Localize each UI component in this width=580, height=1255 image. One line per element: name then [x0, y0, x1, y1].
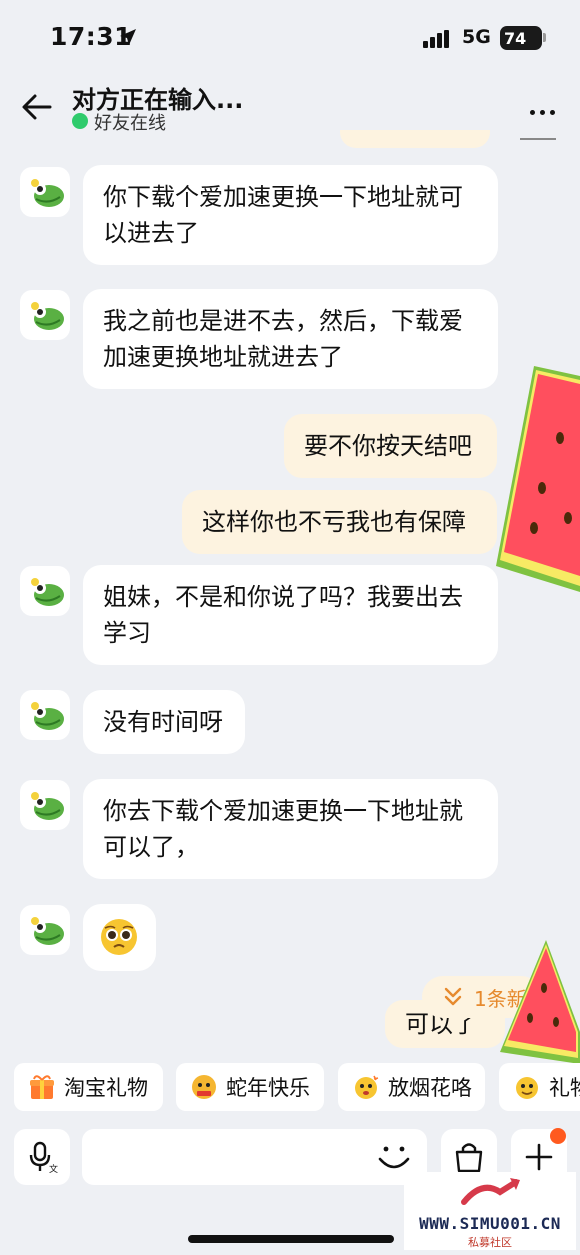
quick-action-fireworks[interactable]: 放烟花咯 — [338, 1063, 485, 1111]
online-status-text: 好友在线 — [94, 113, 166, 134]
notification-dot — [550, 1128, 566, 1144]
watermark-logo — [461, 1178, 520, 1205]
scroll-mark — [520, 138, 556, 140]
firework-sticker-icon — [355, 1075, 379, 1099]
snake-sticker-icon — [192, 1075, 216, 1099]
frog-avatar-icon — [31, 792, 64, 820]
watermelon-effect-icon — [500, 940, 580, 1064]
watermark-subtext: 私募社区 — [468, 1236, 512, 1249]
quick-action-taobao-gift[interactable]: 淘宝礼物 — [14, 1063, 163, 1111]
message-bubble-incoming[interactable]: 没有时间呀 — [83, 690, 245, 754]
watermark-text: WWW.SIMU001.CN — [419, 1214, 561, 1233]
frog-avatar-icon — [31, 179, 64, 207]
previous-message-stub — [340, 130, 490, 148]
status-bar: 17:31 5G 74 — [0, 0, 580, 76]
message-bubble-incoming[interactable]: 你下载个爱加速更换一下地址就可以进去了 — [83, 165, 498, 265]
frog-avatar-icon — [31, 702, 64, 730]
online-status-dot — [72, 113, 88, 129]
battery-level: 74 — [504, 28, 527, 48]
message-bubble-incoming[interactable]: 我之前也是进不去，然后，下载爱加速更换地址就进去了 — [83, 289, 498, 389]
contact-avatar[interactable] — [20, 167, 70, 217]
quick-action-label: 淘宝礼物 — [64, 1076, 148, 1100]
pleading-face-emoji — [101, 919, 137, 955]
voice-input-button[interactable]: 文 — [14, 1129, 70, 1185]
contact-avatar[interactable] — [20, 566, 70, 616]
watermark: WWW.SIMU001.CN 私募社区 — [404, 1172, 576, 1250]
microphone-icon: 文 — [29, 1141, 58, 1174]
chat-header: 对方正在输入... 好友在线 — [0, 76, 580, 138]
back-arrow-icon[interactable] — [20, 92, 54, 122]
contact-avatar[interactable] — [20, 905, 70, 955]
frog-avatar-icon — [31, 302, 64, 330]
frog-avatar-icon — [31, 917, 64, 945]
contact-avatar[interactable] — [20, 690, 70, 740]
location-arrow-icon — [120, 29, 136, 45]
watermelon-effect-icon — [496, 366, 580, 592]
more-options-icon[interactable] — [530, 100, 560, 115]
shopping-bag-icon — [455, 1143, 483, 1173]
svg-text:文: 文 — [49, 1163, 58, 1174]
quick-action-label: 蛇年快乐 — [226, 1076, 310, 1100]
quick-action-gift-partial[interactable]: 礼物 — [499, 1063, 580, 1111]
message-bubble-outgoing[interactable]: 这样你也不亏我也有保障 — [182, 490, 497, 554]
contact-avatar[interactable] — [20, 780, 70, 830]
cellular-signal-icon — [423, 30, 449, 48]
double-chevron-down-icon — [444, 987, 462, 1006]
contact-avatar[interactable] — [20, 290, 70, 340]
message-bubble-outgoing[interactable]: 要不你按天结吧 — [284, 414, 497, 478]
quick-actions-bar: 淘宝礼物 蛇年快乐 放烟花咯 礼物 — [0, 1063, 580, 1113]
plus-icon — [525, 1143, 553, 1171]
network-type: 5G — [462, 26, 491, 48]
battery-icon: 74 — [500, 26, 546, 50]
message-bubble-incoming[interactable]: 你去下载个爱加速更换一下地址就可以了， — [83, 779, 498, 879]
message-bubble-emoji[interactable] — [83, 904, 156, 971]
message-bubble-incoming[interactable]: 姐妹，不是和你说了吗？我要出去学习 — [83, 565, 498, 665]
frog-avatar-icon — [31, 578, 64, 606]
quick-action-label: 礼物 — [549, 1076, 580, 1100]
quick-action-snake-year[interactable]: 蛇年快乐 — [176, 1063, 324, 1111]
home-indicator — [188, 1235, 394, 1243]
gift-icon — [30, 1075, 54, 1099]
sticker-icon — [516, 1077, 538, 1099]
quick-action-label: 放烟花咯 — [388, 1076, 472, 1100]
